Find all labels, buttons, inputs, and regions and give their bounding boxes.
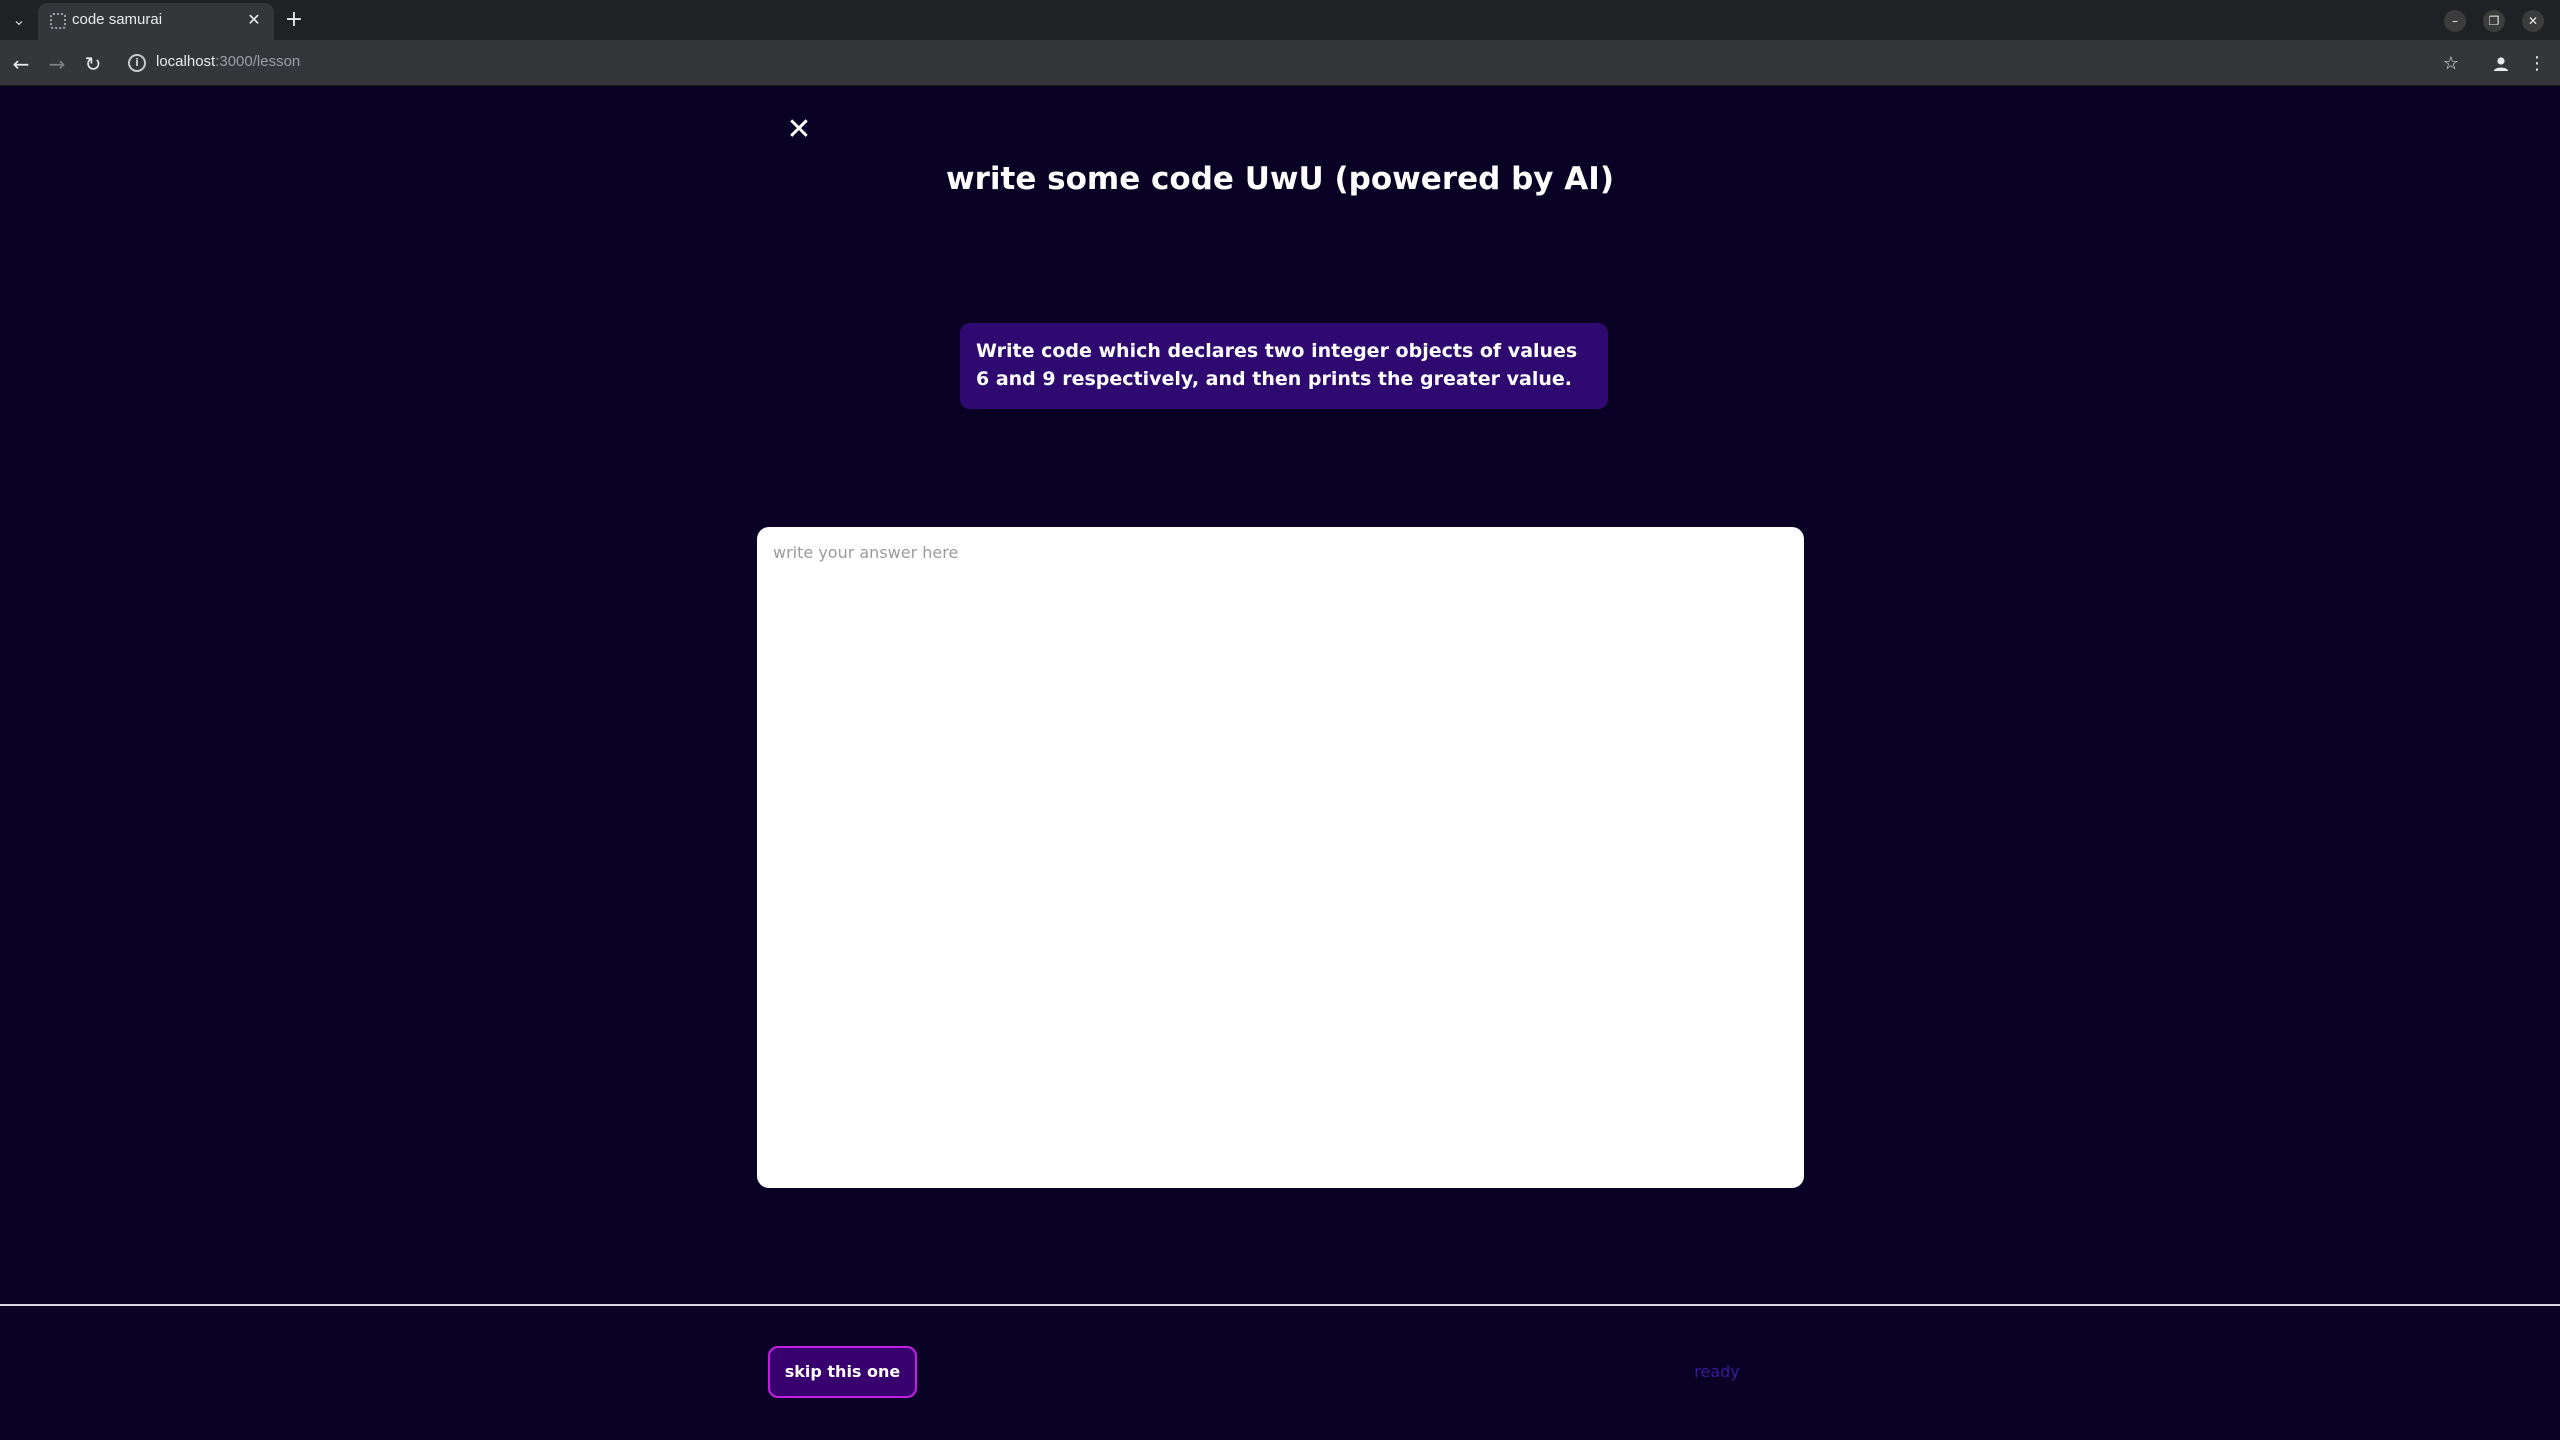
browser-toolbar: ← → ↻ i localhost:3000/lesson ☆ ⋮ bbox=[0, 40, 2560, 86]
tab-close-icon[interactable]: ✕ bbox=[244, 10, 264, 30]
reload-icon[interactable]: ↻ bbox=[80, 51, 106, 77]
page-title: write some code UwU (powered by AI) bbox=[945, 161, 1614, 197]
browser-tab[interactable]: code samurai ✕ bbox=[38, 3, 274, 40]
url-host: localhost bbox=[156, 53, 216, 70]
url-path: :3000/lesson bbox=[215, 53, 301, 70]
url-field[interactable]: localhost:3000/lesson bbox=[156, 53, 300, 70]
site-info-icon[interactable]: i bbox=[128, 54, 146, 72]
new-tab-icon[interactable]: + bbox=[280, 6, 308, 34]
restore-icon[interactable]: ❐ bbox=[2483, 10, 2505, 32]
back-icon[interactable]: ← bbox=[8, 51, 34, 77]
forward-icon[interactable]: → bbox=[44, 51, 70, 77]
tab-title: code samurai bbox=[72, 11, 163, 28]
browser-tab-bar: ⌄ code samurai ✕ + – ❐ ✕ bbox=[0, 0, 2560, 40]
bookmark-star-icon[interactable]: ☆ bbox=[2438, 51, 2464, 77]
tab-search-icon[interactable]: ⌄ bbox=[6, 8, 32, 32]
minimize-icon[interactable]: – bbox=[2444, 10, 2466, 32]
footer-divider bbox=[0, 1304, 2560, 1306]
close-icon[interactable]: ✕ bbox=[784, 115, 814, 145]
favicon-icon bbox=[50, 13, 66, 29]
window-close-icon[interactable]: ✕ bbox=[2522, 10, 2544, 32]
profile-icon[interactable] bbox=[2488, 51, 2514, 77]
lesson-page: ✕ write some code UwU (powered by AI) Wr… bbox=[0, 87, 2560, 1440]
skip-button[interactable]: skip this one bbox=[768, 1346, 917, 1398]
menu-icon[interactable]: ⋮ bbox=[2524, 51, 2550, 77]
ready-button[interactable]: ready bbox=[1670, 1359, 1764, 1385]
question-prompt: Write code which declares two integer ob… bbox=[960, 323, 1608, 409]
answer-input[interactable] bbox=[757, 527, 1804, 1188]
